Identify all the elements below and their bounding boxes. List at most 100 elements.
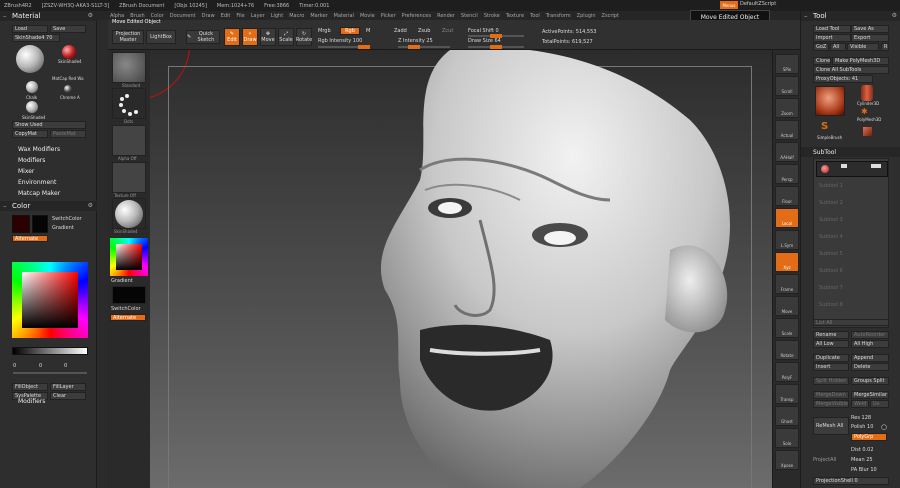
shelf-zoom-button[interactable]: Zoom xyxy=(775,98,799,118)
alpha-thumbnail[interactable] xyxy=(112,125,146,156)
current-tool-thumbnail[interactable] xyxy=(815,86,845,116)
stroke-thumbnail[interactable] xyxy=(112,88,146,119)
subtool-slot[interactable]: Subtool 1 xyxy=(819,183,843,189)
shelf-lsym-button[interactable]: L.Sym xyxy=(775,230,799,250)
subtool-slot[interactable]: Subtool 2 xyxy=(819,200,843,206)
menu-color[interactable]: Color xyxy=(151,13,164,19)
menu-edit[interactable]: Edit xyxy=(221,13,231,19)
merge-similar-button[interactable]: MergeSimilar xyxy=(851,391,889,399)
shelf-aahalf-button[interactable]: AAHalf xyxy=(775,142,799,162)
secondary-color-swatch[interactable] xyxy=(32,215,48,233)
menu-macro[interactable]: Macro xyxy=(289,13,304,19)
shelf-persp-button[interactable]: Persp xyxy=(775,164,799,184)
menu-render[interactable]: Render xyxy=(437,13,455,19)
gear-icon[interactable]: ⚙ xyxy=(88,202,93,209)
wax-modifiers-section[interactable]: Wax Modifiers xyxy=(18,146,60,153)
cylinder3d-thumbnail[interactable] xyxy=(861,85,873,101)
texture-thumbnail[interactable] xyxy=(112,162,146,193)
menu-zscript[interactable]: Zscript xyxy=(602,13,619,19)
polygrp-toggle[interactable]: PolyGrp xyxy=(851,433,887,441)
cube3d-thumbnail[interactable] xyxy=(863,127,872,136)
scale-button[interactable]: ⤢ Scale xyxy=(278,28,294,46)
move-button[interactable]: ✥ Move xyxy=(260,28,276,46)
edit-button[interactable]: ✎ Edit xyxy=(224,28,240,46)
subtool-eye-icon[interactable] xyxy=(871,164,881,168)
matcap-maker-section[interactable]: Matcap Maker xyxy=(18,190,60,197)
delete-button[interactable]: Delete xyxy=(851,363,889,371)
menu-file[interactable]: File xyxy=(236,13,244,19)
shelf-floor-button[interactable]: Floor xyxy=(775,186,799,206)
mini-alternate-button[interactable]: Alternate xyxy=(110,314,146,321)
menu-marker[interactable]: Marker xyxy=(310,13,327,19)
skinshade-sphere[interactable] xyxy=(26,101,38,113)
remesh-all-button[interactable]: ReMesh All xyxy=(813,417,849,435)
shelf-scroll-button[interactable]: Scroll xyxy=(775,76,799,96)
project-all-button[interactable]: ProjectAll xyxy=(813,457,836,463)
draw-button[interactable]: ✧ Draw xyxy=(242,28,258,46)
subtool-slot[interactable]: Subtool 5 xyxy=(819,251,843,257)
shelf-polyf-button[interactable]: PolyF xyxy=(775,362,799,382)
insert-button[interactable]: Insert xyxy=(813,363,849,371)
active-subtool-row[interactable] xyxy=(816,161,888,177)
modifiers-section[interactable]: Modifiers xyxy=(18,157,45,164)
lightbox-button[interactable]: LightBox xyxy=(146,30,176,44)
clear-button[interactable]: Clear xyxy=(50,392,86,400)
rgb-toggle[interactable]: Rgb xyxy=(340,27,360,35)
res-slider[interactable]: Res 128 xyxy=(851,415,871,421)
menu-stencil[interactable]: Stencil xyxy=(461,13,478,19)
mini-gradient-label[interactable]: Gradient xyxy=(111,278,133,284)
mini-switchcolor-label[interactable]: SwitchColor xyxy=(111,306,141,312)
visible-button[interactable]: Visible xyxy=(847,43,879,51)
menu-material[interactable]: Material xyxy=(334,13,354,19)
import-button[interactable]: Import xyxy=(813,34,851,42)
switchcolor-button[interactable]: SwitchColor xyxy=(52,216,82,222)
rename-button[interactable]: Rename xyxy=(813,331,849,339)
mini-color-swatch[interactable] xyxy=(112,286,146,304)
collapse-icon[interactable]: – xyxy=(3,202,7,210)
gray-gradient-bar[interactable] xyxy=(12,347,88,355)
polish-slider[interactable]: Polish 10 xyxy=(851,424,873,430)
rotate-button[interactable]: ↻ Rotate xyxy=(296,28,312,46)
collapse-icon[interactable]: – xyxy=(804,12,808,20)
shelf-frame-button[interactable]: Frame xyxy=(775,274,799,294)
menu-alpha[interactable]: Alpha xyxy=(110,13,124,19)
rgb-intensity-label[interactable]: Rgb Intensity 100 xyxy=(318,38,362,44)
menu-movie[interactable]: Movie xyxy=(360,13,375,19)
split-hidden-button[interactable]: Split Hidden xyxy=(813,377,849,385)
current-material-slider[interactable]: SkinShade4 70 xyxy=(12,34,60,42)
all-low-button[interactable]: All Low xyxy=(813,340,849,348)
gear-icon[interactable]: ⚙ xyxy=(892,12,897,19)
subtool-slot[interactable]: Subtool 4 xyxy=(819,234,843,240)
rgb-intensity-slider[interactable] xyxy=(318,45,370,49)
alternate-button[interactable]: Alternate xyxy=(12,235,48,242)
main-color-swatch[interactable] xyxy=(12,215,30,233)
groups-split-button[interactable]: Groups Split xyxy=(851,377,889,385)
shelf-spix-button[interactable]: SPix xyxy=(775,54,799,74)
goz-button[interactable]: GoZ xyxy=(813,43,829,51)
gradient-button[interactable]: Gradient xyxy=(52,225,74,231)
shelf-scale-button[interactable]: Scale xyxy=(775,318,799,338)
autoreorder-button[interactable]: AutoReorder xyxy=(851,331,889,339)
shelf-xyz-button[interactable]: Xyz xyxy=(775,252,799,272)
material-thumbnail[interactable] xyxy=(112,198,146,229)
default-script-label[interactable]: DefaultZScript xyxy=(740,1,776,7)
menu-picker[interactable]: Picker xyxy=(381,13,396,19)
mini-color-square[interactable] xyxy=(116,244,142,270)
proxy-objects-slider[interactable]: ProxyObjects: 41 xyxy=(813,75,873,83)
uv-button[interactable]: Uv xyxy=(870,400,889,408)
load-tool-button[interactable]: Load Tool xyxy=(813,25,851,33)
menu-texture[interactable]: Texture xyxy=(506,13,524,19)
material-preview-sphere[interactable] xyxy=(16,45,44,73)
material-load-button[interactable]: Load xyxy=(12,25,48,33)
menu-brush[interactable]: Brush xyxy=(130,13,144,19)
collapse-icon[interactable]: – xyxy=(3,12,7,20)
simplebrush-s-icon[interactable]: S xyxy=(821,121,828,132)
mixer-section[interactable]: Mixer xyxy=(18,168,34,175)
zadd-toggle[interactable]: Zadd xyxy=(394,28,407,34)
focal-shift-slider[interactable] xyxy=(468,34,524,38)
brush-thumbnail[interactable] xyxy=(112,52,146,83)
menus-button[interactable]: Menus xyxy=(720,1,738,9)
color-picker-square[interactable] xyxy=(22,272,78,328)
pa-blur-slider[interactable]: PA Blur 10 xyxy=(851,467,877,473)
merge-down-button[interactable]: MergeDown xyxy=(813,391,849,399)
